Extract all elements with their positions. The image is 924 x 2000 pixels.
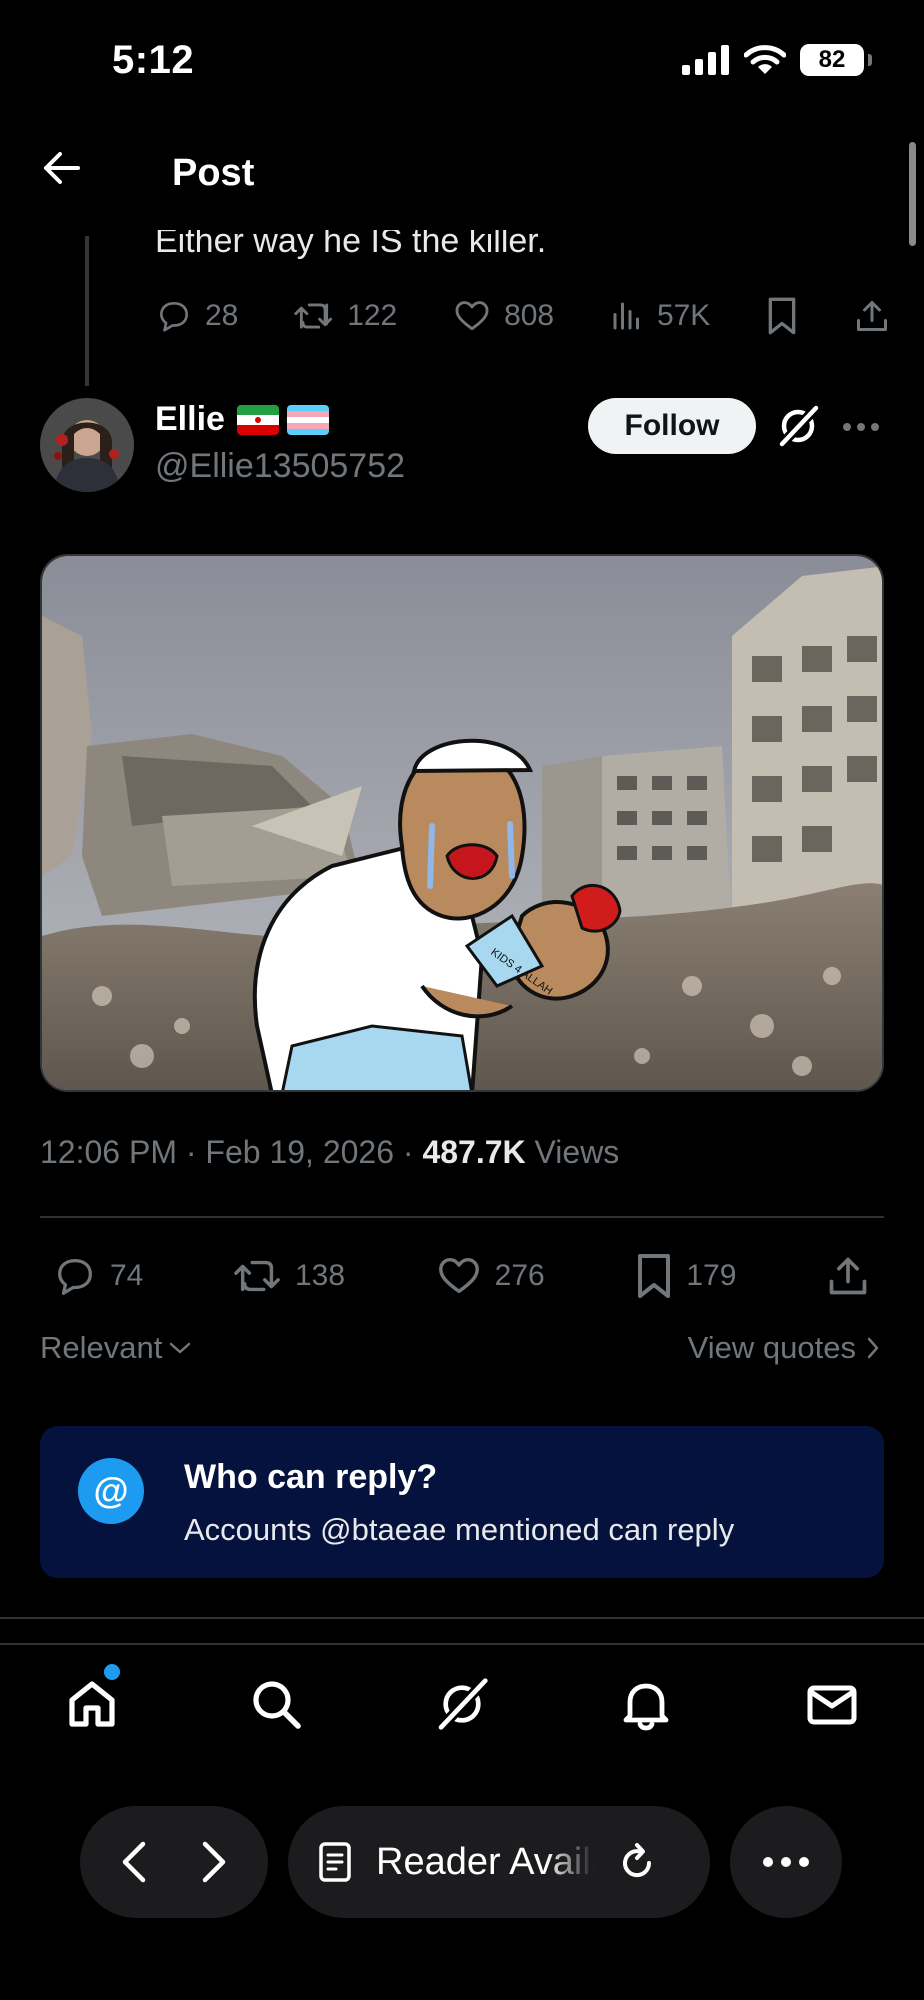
heart-icon [438, 1257, 479, 1294]
browser-forward-button[interactable] [199, 1838, 229, 1886]
views-button[interactable]: 57K [609, 297, 710, 335]
chevron-right-icon [202, 1841, 226, 1883]
nav-grok[interactable] [434, 1676, 490, 1732]
post-date: Feb 19, 2026 [205, 1134, 394, 1170]
follow-button[interactable]: Follow [588, 398, 756, 454]
repost-count: 138 [294, 1259, 346, 1292]
more-horizontal-icon [763, 1857, 809, 1867]
home-notification-dot [104, 1664, 120, 1680]
arrow-left-icon [44, 152, 80, 184]
reply-restriction-subtitle: Accounts @btaeae mentioned can reply [184, 1512, 735, 1547]
bookmark-button[interactable]: 179 [634, 1252, 736, 1300]
author-handle[interactable]: @Ellie13505752 [155, 447, 405, 486]
bookmark-button[interactable] [765, 296, 799, 336]
thread-line [85, 236, 89, 386]
status-time: 5:12 [112, 38, 195, 82]
like-button[interactable]: 808 [452, 297, 554, 335]
wifi-icon [744, 45, 786, 74]
scrollbar-thumb[interactable] [909, 142, 916, 246]
bar-chart-icon [613, 302, 639, 330]
reader-icon [319, 1842, 351, 1882]
chevron-left-icon [122, 1841, 146, 1883]
repost-icon [294, 303, 333, 329]
reply-count: 28 [205, 299, 239, 332]
reply-icon [58, 1259, 92, 1295]
like-count: 808 [504, 299, 555, 332]
grok-icon [437, 1677, 490, 1731]
sort-relevant-dropdown[interactable]: Relevant [40, 1330, 192, 1366]
browser-address-bar[interactable]: Reader Available [288, 1806, 710, 1918]
iran-flag-icon [236, 404, 279, 435]
post-meta: 12:06 PM · Feb 19, 2026 · 487.7K Views [40, 1134, 620, 1170]
repost-icon [234, 1260, 280, 1292]
repost-button[interactable]: 138 [233, 1253, 345, 1299]
reload-icon [623, 1843, 652, 1878]
author-name[interactable]: Ellie [155, 400, 225, 439]
reply-button[interactable]: 74 [52, 1253, 143, 1299]
home-icon [69, 1681, 115, 1727]
reader-available-label: Reader Available [376, 1840, 594, 1883]
views-count: 57K [656, 299, 711, 332]
post-time: 12:06 PM [40, 1134, 177, 1170]
share-icon [829, 1257, 867, 1295]
more-horizontal-icon [843, 423, 879, 431]
browser-nav-pill [80, 1806, 268, 1918]
reload-button[interactable] [618, 1841, 658, 1883]
avatar[interactable] [40, 398, 134, 492]
reply-icon [159, 301, 189, 332]
grok-button[interactable] [774, 402, 822, 450]
sort-label: Relevant [40, 1330, 163, 1365]
signal-icon [682, 45, 729, 75]
heart-icon [455, 301, 489, 331]
reply-restriction-card [40, 1426, 884, 1578]
post-image[interactable]: KIDS 4 ALLAH [40, 554, 884, 1092]
chevron-down-icon [170, 1342, 191, 1354]
status-icons: 82 [682, 44, 872, 76]
nav-messages[interactable] [804, 1676, 860, 1732]
previous-post-actions: 28 122 808 57K [155, 296, 890, 336]
author-name-row[interactable]: Ellie [155, 400, 329, 439]
nav-search[interactable] [248, 1676, 304, 1732]
previous-post-text: Either way he IS the killer. [155, 222, 547, 260]
mail-icon [807, 1685, 857, 1725]
post-views-count: 487.7K [422, 1134, 526, 1170]
like-button[interactable]: 276 [435, 1253, 545, 1299]
back-button[interactable] [40, 150, 84, 186]
bookmark-icon [768, 297, 796, 335]
divider [0, 1617, 924, 1619]
post-actions: 74 138 276 179 [52, 1252, 870, 1300]
bookmark-icon [638, 1254, 671, 1298]
repost-button[interactable]: 122 [293, 297, 397, 335]
bell-icon [623, 1683, 669, 1731]
view-quotes-link[interactable]: View quotes [688, 1330, 880, 1366]
post-views-label: Views [534, 1134, 620, 1170]
reply-restriction-title: Who can reply? [184, 1458, 438, 1496]
view-quotes-label: View quotes [687, 1330, 856, 1365]
chevron-right-icon [867, 1337, 879, 1359]
divider [40, 1216, 884, 1218]
nav-notifications[interactable] [618, 1676, 674, 1732]
share-icon [856, 301, 887, 331]
grok-icon [778, 404, 820, 448]
reply-button[interactable]: 28 [155, 297, 238, 335]
battery-indicator: 82 [800, 44, 872, 76]
page-title: Post [172, 152, 255, 194]
more-options-button[interactable] [842, 422, 880, 432]
share-button[interactable] [854, 296, 890, 336]
browser-back-button[interactable] [119, 1838, 149, 1886]
transgender-flag-icon [286, 404, 329, 435]
browser-menu-button[interactable] [730, 1806, 842, 1918]
share-button[interactable] [826, 1253, 870, 1299]
reply-count: 74 [110, 1259, 144, 1292]
mention-icon: @ [78, 1458, 144, 1524]
like-count: 276 [494, 1259, 545, 1292]
repost-count: 122 [347, 299, 398, 332]
bookmark-count: 179 [686, 1259, 737, 1292]
search-icon [253, 1681, 301, 1729]
bottom-nav-border [0, 1643, 924, 1645]
nav-home[interactable] [64, 1676, 120, 1732]
